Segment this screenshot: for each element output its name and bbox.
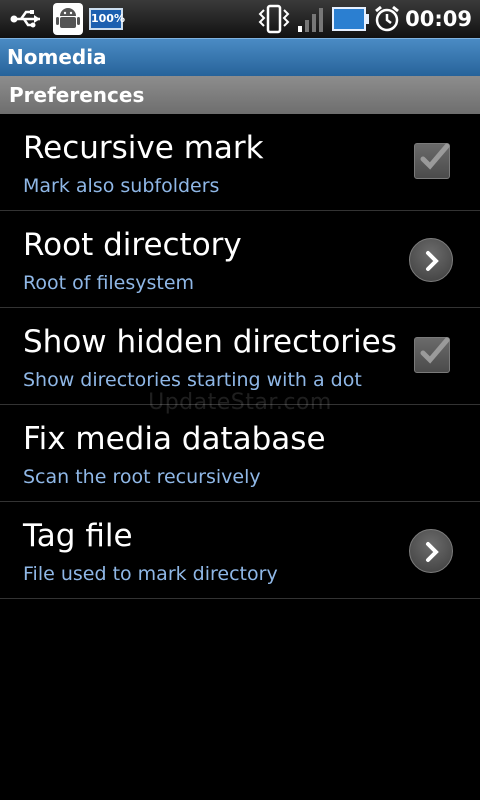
status-time: 00:09 — [405, 7, 472, 31]
pref-root-directory[interactable]: Root directory Root of filesystem — [0, 211, 480, 308]
status-bar: 100% 00:09 — [0, 0, 480, 38]
pref-title: Recursive mark — [23, 130, 264, 166]
checkmark-icon — [420, 143, 450, 170]
signal-icon — [296, 0, 326, 38]
recursive-mark-checkbox[interactable] — [414, 143, 450, 179]
usb-icon — [8, 0, 46, 38]
preference-category-header: Preferences — [0, 76, 480, 114]
battery-icon — [332, 0, 370, 38]
root-directory-chevron-button[interactable] — [409, 238, 453, 282]
pref-fix-media-database[interactable]: Fix media database Scan the root recursi… — [0, 405, 480, 502]
pref-title: Root directory — [23, 227, 242, 263]
watermark: UpdateStar.com — [148, 390, 332, 415]
pref-summary: Scan the root recursively — [23, 466, 261, 488]
pref-summary: Root of filesystem — [23, 272, 195, 294]
chevron-right-icon — [426, 542, 439, 562]
tag-file-chevron-button[interactable] — [409, 529, 453, 573]
vibrate-icon — [256, 0, 292, 38]
battery-badge-text: 100% — [89, 8, 125, 30]
pref-title: Fix media database — [23, 421, 326, 457]
pref-summary: Mark also subfolders — [23, 175, 220, 197]
pref-title: Tag file — [23, 518, 133, 554]
android-debug-icon — [52, 0, 84, 38]
battery-badge-icon: 100% — [88, 0, 125, 38]
pref-tag-file[interactable]: Tag file File used to mark directory — [0, 502, 480, 599]
alarm-icon — [372, 0, 402, 38]
app-title-bar: Nomedia — [0, 38, 480, 76]
chevron-right-icon — [426, 251, 439, 271]
pref-summary: File used to mark directory — [23, 563, 278, 585]
checkmark-icon — [420, 337, 450, 364]
pref-recursive-mark[interactable]: Recursive mark Mark also subfolders — [0, 114, 480, 211]
category-label: Preferences — [9, 83, 145, 107]
app-title: Nomedia — [7, 45, 107, 69]
pref-summary: Show directories starting with a dot — [23, 369, 362, 391]
show-hidden-checkbox[interactable] — [414, 337, 450, 373]
pref-title: Show hidden directories — [23, 324, 397, 360]
